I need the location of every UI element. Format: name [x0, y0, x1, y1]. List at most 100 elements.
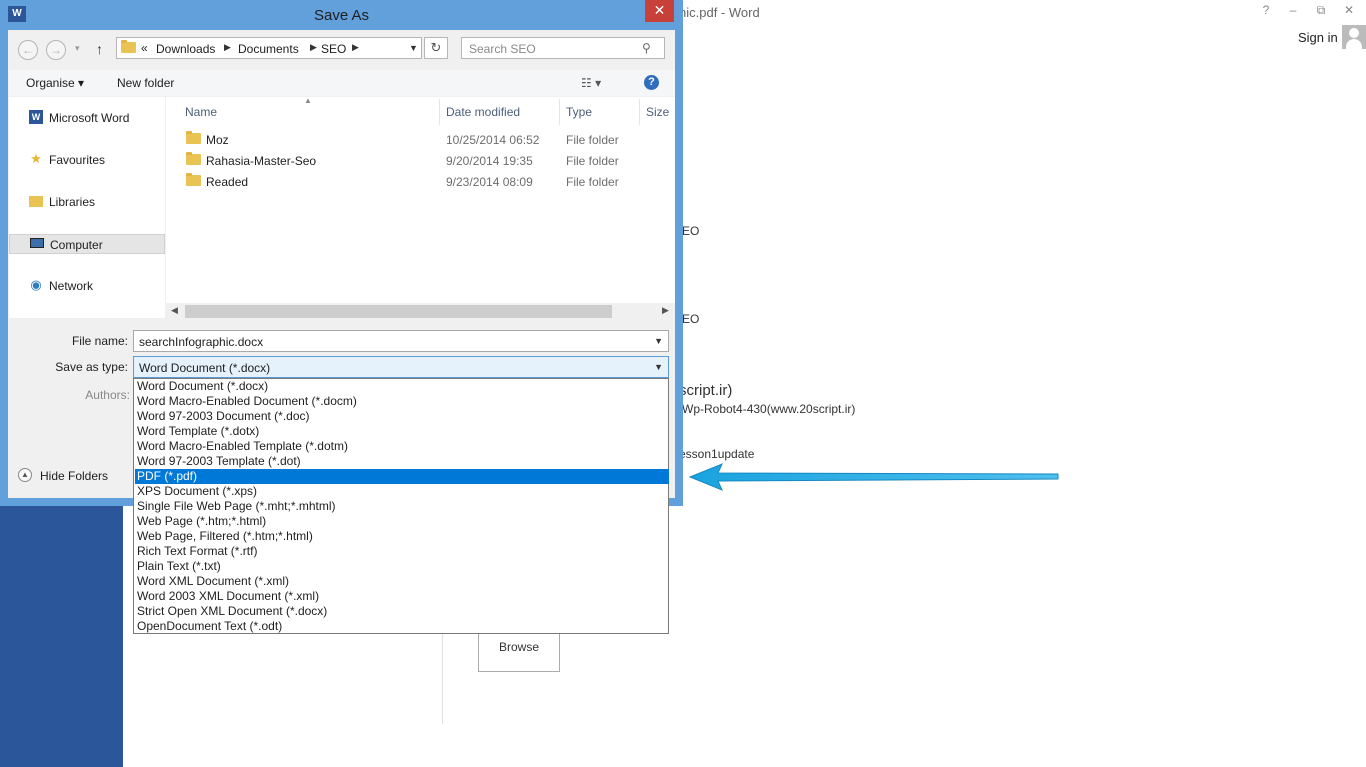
type-option[interactable]: Word 97-2003 Document (*.doc): [135, 409, 669, 424]
scrollbar-thumb[interactable]: [185, 305, 612, 318]
type-option[interactable]: Plain Text (*.txt): [135, 559, 669, 574]
close-button[interactable]: ✕: [645, 0, 674, 22]
file-type: File folder: [566, 133, 619, 147]
type-option[interactable]: Word Document (*.docx): [135, 379, 669, 394]
minimize-icon[interactable]: –: [1281, 3, 1305, 17]
nav-item-libraries[interactable]: Libraries: [9, 192, 165, 212]
file-date: 9/23/2014 08:09: [446, 175, 533, 189]
divider: [442, 620, 443, 724]
divider: [439, 99, 440, 125]
type-option[interactable]: Word Macro-Enabled Document (*.docm): [135, 394, 669, 409]
type-option[interactable]: Strict Open XML Document (*.docx): [135, 604, 669, 619]
chevron-right-icon[interactable]: ▶: [310, 42, 317, 53]
chevron-right-icon[interactable]: ▶: [224, 42, 231, 53]
close-word-icon[interactable]: ✕: [1337, 3, 1361, 17]
type-option[interactable]: Word Template (*.dotx): [135, 424, 669, 439]
column-header-size[interactable]: Size: [646, 105, 669, 119]
search-input[interactable]: Search SEO: [461, 37, 665, 59]
chevron-down-icon[interactable]: ▼: [654, 336, 663, 346]
nav-item-label: Microsoft Word: [49, 111, 130, 125]
recent-folder-item[interactable]: EO: [682, 312, 699, 326]
type-option[interactable]: Word XML Document (*.xml): [135, 574, 669, 589]
breadcrumb-downloads[interactable]: Downloads: [156, 42, 215, 56]
dialog-title: Save As: [313, 7, 370, 24]
type-option[interactable]: XPS Document (*.xps): [135, 484, 669, 499]
forward-icon[interactable]: →: [46, 40, 66, 60]
type-option[interactable]: Word Macro-Enabled Template (*.dotm): [135, 439, 669, 454]
view-options-icon[interactable]: ☷ ▾: [581, 76, 601, 90]
column-header-date[interactable]: Date modified: [446, 105, 520, 119]
nav-item-label: Libraries: [49, 195, 96, 209]
type-option-selected[interactable]: PDF (*.pdf): [135, 469, 669, 484]
recent-locations-dropdown-icon[interactable]: ▾: [75, 43, 80, 54]
save-as-type-dropdown[interactable]: Word Document (*.docx) Word Macro-Enable…: [133, 378, 669, 634]
restore-icon[interactable]: ⧉: [1309, 3, 1333, 18]
breadcrumb-seo[interactable]: SEO: [321, 42, 346, 56]
up-arrow-icon[interactable]: ↑: [96, 41, 103, 57]
nav-item-label: Computer: [50, 238, 103, 252]
chevron-down-icon[interactable]: ▼: [409, 43, 418, 53]
address-bar[interactable]: « Downloads ▶ Documents ▶ SEO ▶ ▼: [116, 37, 422, 59]
nav-item-computer[interactable]: Computer: [9, 234, 165, 254]
breadcrumb-documents[interactable]: Documents: [238, 42, 299, 56]
help-icon[interactable]: ?: [644, 75, 659, 90]
chevron-up-icon: ▲: [18, 468, 32, 482]
chevron-right-icon[interactable]: ▶: [352, 42, 359, 53]
column-header-name[interactable]: Name: [185, 105, 217, 119]
type-option[interactable]: Word 97-2003 Template (*.dot): [135, 454, 669, 469]
type-option[interactable]: Web Page, Filtered (*.htm;*.html): [135, 529, 669, 544]
recent-folder-item[interactable]: script.ir): [679, 382, 732, 399]
table-row[interactable]: Readed 9/23/2014 08:09 File folder: [164, 172, 664, 192]
back-icon[interactable]: ←: [18, 40, 38, 60]
star-icon: ★: [30, 151, 42, 166]
file-name: Readed: [206, 175, 249, 189]
type-option[interactable]: Word 2003 XML Document (*.xml): [135, 589, 669, 604]
recent-folder-path: Wp-Robot4-430(www.20script.ir): [682, 402, 856, 416]
file-type: File folder: [566, 154, 619, 168]
sign-in-link[interactable]: Sign in: [1298, 30, 1338, 45]
command-bar: [9, 70, 675, 96]
nav-item-microsoft-word[interactable]: W Microsoft Word: [9, 108, 165, 128]
file-name: Moz: [206, 133, 229, 147]
search-icon: ⚲: [642, 41, 651, 55]
avatar[interactable]: [1342, 25, 1366, 49]
type-option[interactable]: Single File Web Page (*.mht;*.mhtml): [135, 499, 669, 514]
file-name-label: File name:: [71, 334, 128, 348]
authors-label: Authors:: [85, 388, 130, 402]
save-as-type-label: Save as type:: [55, 360, 128, 374]
scroll-right-icon[interactable]: ▶: [662, 305, 669, 316]
type-option[interactable]: Web Page (*.htm;*.html): [135, 514, 669, 529]
annotation-arrow: [688, 463, 1059, 491]
folder-icon: [186, 173, 201, 186]
new-folder-button[interactable]: New folder: [117, 76, 174, 90]
file-name-field[interactable]: searchInfographic.docx ▼: [133, 330, 669, 352]
word-icon: W: [29, 110, 43, 124]
hide-folders-label: Hide Folders: [40, 469, 109, 483]
recent-folder-item[interactable]: EO: [682, 224, 699, 238]
recent-folder-item[interactable]: esson1update: [679, 447, 754, 461]
file-name: Rahasia-Master-Seo: [206, 154, 317, 168]
file-name-value: searchInfographic.docx: [139, 335, 264, 349]
help-icon[interactable]: ?: [1254, 3, 1278, 17]
save-as-type-value: Word Document (*.docx): [139, 361, 271, 375]
nav-item-network[interactable]: ◉ Network: [9, 276, 165, 296]
libraries-icon: [29, 196, 43, 207]
divider: [639, 99, 640, 125]
column-header-type[interactable]: Type: [566, 105, 592, 119]
organise-menu[interactable]: Organise ▾: [26, 76, 84, 90]
refresh-button[interactable]: ↻: [424, 37, 448, 59]
nav-item-label: Network: [49, 279, 94, 293]
type-option[interactable]: Rich Text Format (*.rtf): [135, 544, 669, 559]
file-date: 10/25/2014 06:52: [446, 133, 540, 147]
type-option[interactable]: OpenDocument Text (*.odt): [135, 619, 669, 634]
chevron-down-icon[interactable]: ▼: [654, 362, 663, 372]
breadcrumb-overflow[interactable]: «: [141, 41, 148, 55]
folder-icon: [121, 40, 136, 53]
scroll-left-icon[interactable]: ◀: [171, 305, 178, 316]
nav-item-label: Favourites: [49, 153, 106, 167]
table-row[interactable]: Rahasia-Master-Seo 9/20/2014 19:35 File …: [164, 151, 664, 171]
table-row[interactable]: Moz 10/25/2014 06:52 File folder: [164, 130, 664, 150]
network-icon: ◉: [30, 277, 42, 292]
nav-item-favourites[interactable]: ★ Favourites: [9, 150, 165, 170]
save-as-type-select[interactable]: Word Document (*.docx) ▼: [133, 356, 669, 378]
